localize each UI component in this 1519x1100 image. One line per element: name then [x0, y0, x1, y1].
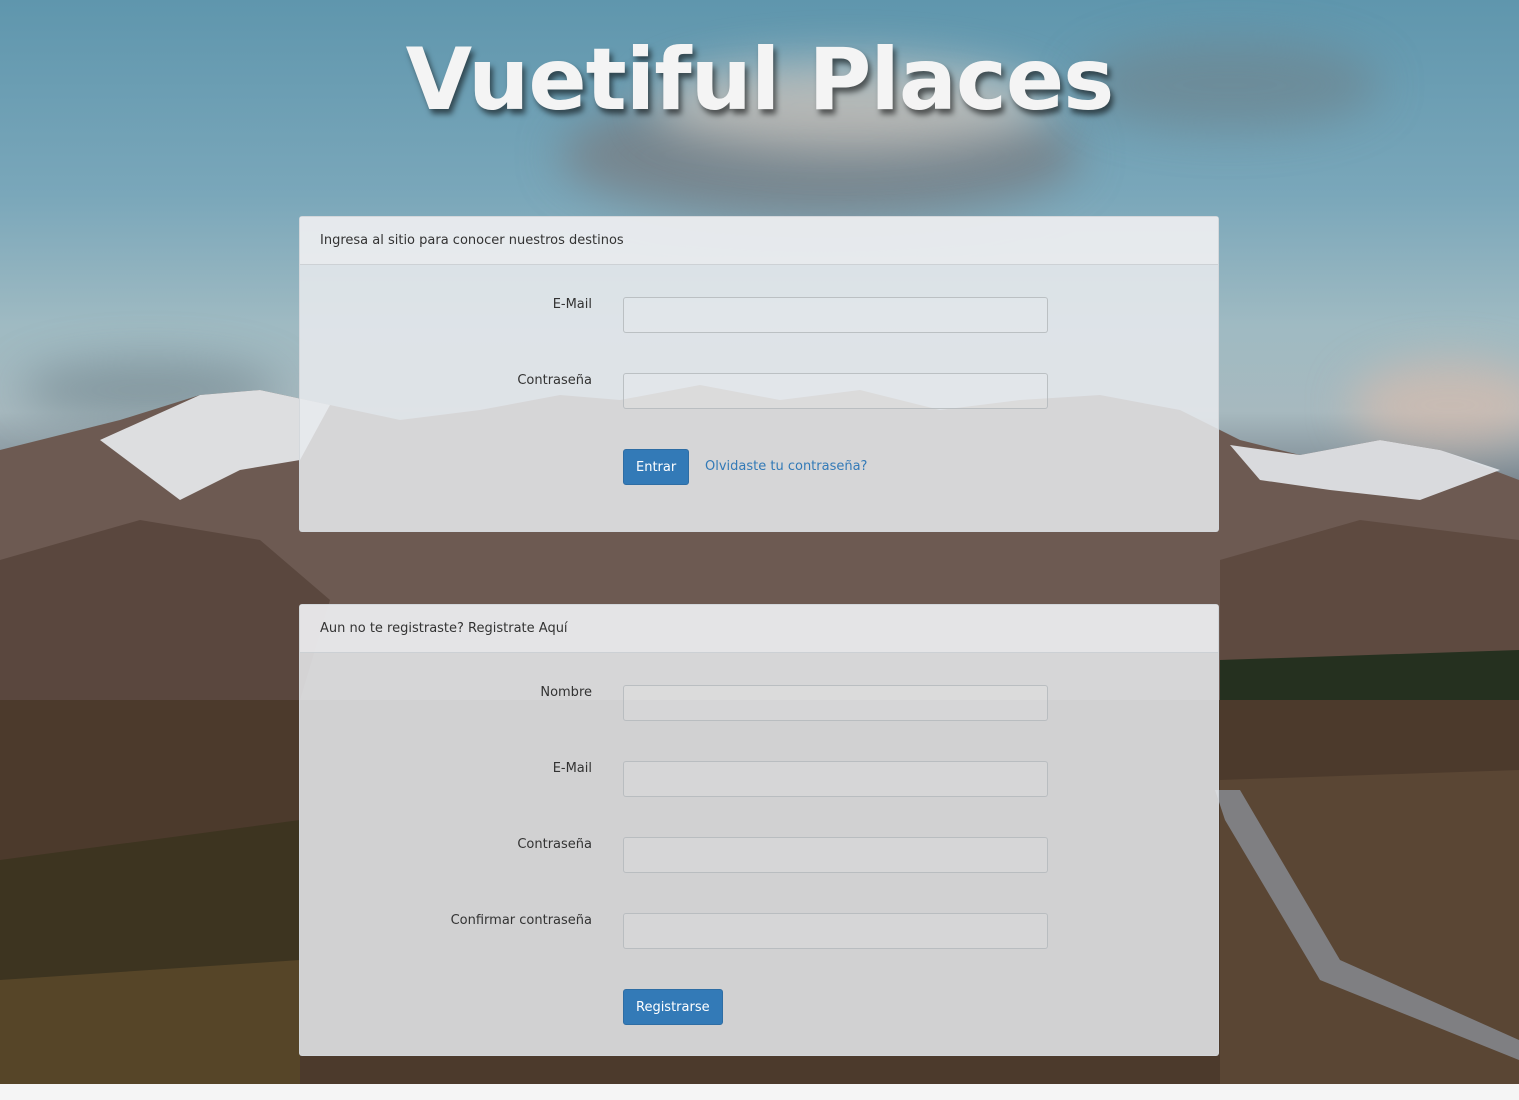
login-password-input[interactable] — [623, 373, 1048, 409]
register-confirm-label: Confirmar contraseña — [450, 913, 592, 928]
register-password-label: Contraseña — [517, 837, 592, 852]
forgot-password-link[interactable]: Olvidaste tu contraseña? — [705, 449, 867, 485]
login-password-row: Contraseña — [300, 373, 1218, 411]
login-heading: Ingresa al sitio para conocer nuestros d… — [300, 217, 1218, 265]
register-confirm-row: Confirmar contraseña — [300, 913, 1218, 951]
register-confirm-input[interactable] — [623, 913, 1048, 949]
register-email-label: E-Mail — [552, 761, 592, 776]
register-name-label: Nombre — [540, 685, 592, 700]
background-landscape: Vuetiful Places Ingresa al sitio para co… — [0, 0, 1519, 1084]
login-submit-button[interactable]: Entrar — [623, 449, 690, 485]
register-password-input[interactable] — [623, 837, 1048, 873]
register-heading: Aun no te registraste? Registrate Aquí — [300, 605, 1218, 653]
login-email-input[interactable] — [623, 297, 1048, 333]
register-name-input[interactable] — [623, 685, 1048, 721]
register-password-row: Contraseña — [300, 837, 1218, 875]
login-panel: Ingresa al sitio para conocer nuestros d… — [299, 216, 1219, 532]
site-title: Vuetiful Places — [405, 30, 1115, 130]
register-name-row: Nombre — [300, 685, 1218, 723]
login-email-label: E-Mail — [552, 297, 592, 312]
register-email-row: E-Mail — [300, 761, 1218, 799]
login-email-row: E-Mail — [300, 297, 1218, 335]
register-email-input[interactable] — [623, 761, 1048, 797]
register-submit-button[interactable]: Registrarse — [623, 989, 723, 1025]
register-panel: Aun no te registraste? Registrate Aquí N… — [299, 604, 1219, 1056]
login-password-label: Contraseña — [517, 373, 592, 388]
